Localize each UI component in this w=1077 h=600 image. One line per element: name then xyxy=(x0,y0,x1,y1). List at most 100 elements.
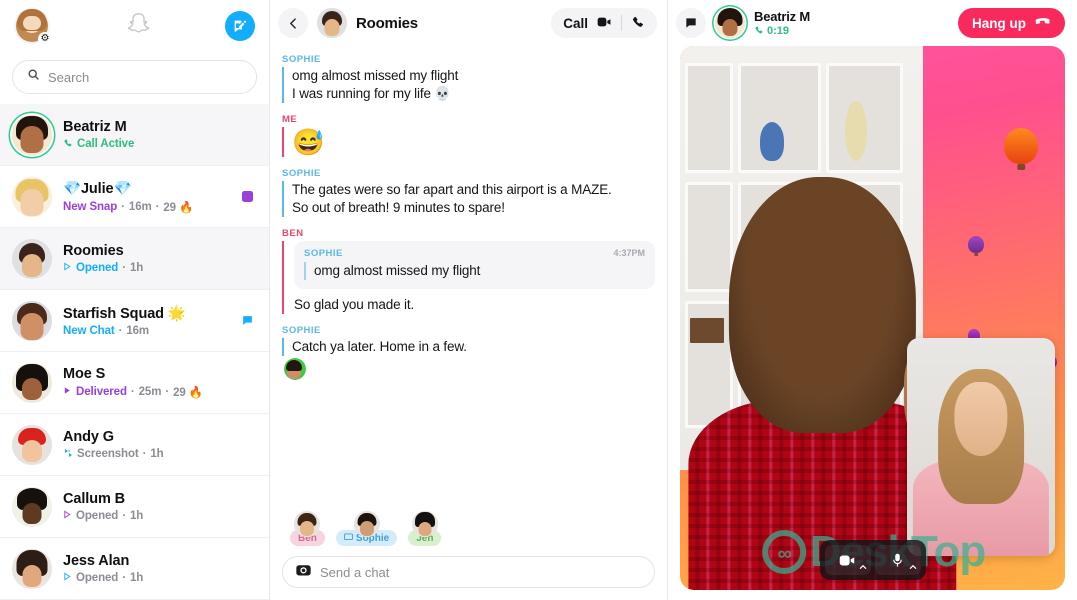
chat-row-moe-s[interactable]: Moe S Delivered · 25m · 29 🔥 xyxy=(0,352,269,414)
chat-status-label: Opened xyxy=(76,572,119,584)
participant-sophie[interactable]: Sophie xyxy=(335,511,398,546)
message-bubble[interactable]: 😅 xyxy=(282,127,655,157)
avatar-head xyxy=(22,377,42,400)
camera-toggle-button[interactable] xyxy=(824,545,871,575)
message-line: So glad you made it. xyxy=(294,297,415,312)
chat-badge xyxy=(239,314,255,327)
chat-status: Opened · 1h xyxy=(63,262,228,274)
snap-square-icon xyxy=(241,191,253,202)
chat-status-label: Opened xyxy=(76,510,119,522)
message-sender: SOPHIE xyxy=(282,168,321,179)
search-input[interactable] xyxy=(48,69,242,85)
phone-down-icon xyxy=(1034,13,1051,33)
avatar xyxy=(12,362,52,403)
message-bubble[interactable]: Catch ya later. Home in a few. xyxy=(282,338,655,356)
video-stage[interactable]: ∞ DeskTop xyxy=(680,46,1065,590)
avatar xyxy=(12,238,52,279)
sidebar-top-bar: ⚙ xyxy=(0,0,269,52)
profile-avatar[interactable]: ⚙ xyxy=(14,8,52,46)
chat-row-starfish-squad[interactable]: Starfish Squad 🌟 New Chat · 16m xyxy=(0,290,269,352)
chat-status: Opened · 1h xyxy=(63,572,228,584)
message-bubble[interactable]: omg almost missed my flight I was runnin… xyxy=(282,67,655,103)
back-button[interactable] xyxy=(278,8,308,38)
chat-row-roomies[interactable]: Roomies Opened · 1h xyxy=(0,228,269,290)
chat-row-julie[interactable]: 💎Julie💎 New Snap · 16m · 29 🔥 xyxy=(0,166,269,228)
hang-up-button[interactable]: Hang up xyxy=(958,8,1065,38)
chat-row-text: Starfish Squad 🌟 New Chat · 16m xyxy=(63,305,228,337)
chat-status-label: New Chat xyxy=(63,324,115,337)
participant-jen[interactable]: Jen xyxy=(408,511,442,546)
phone-icon xyxy=(754,25,764,38)
message-line: omg almost missed my flight xyxy=(292,68,459,83)
send-chat-input[interactable] xyxy=(320,564,641,580)
quoted-header: SOPHIE 4:37PM xyxy=(304,248,645,259)
caller-name: Beatriz M xyxy=(754,8,810,24)
message-line: Catch ya later. Home in a few. xyxy=(292,339,467,354)
self-face xyxy=(954,381,1008,456)
chat-time: 25m xyxy=(138,386,162,398)
chat-pane: Roomies Call SOPHIE omg almost missed my… xyxy=(270,0,668,600)
chat-time: 16m xyxy=(126,324,150,337)
call-label: Call xyxy=(563,15,588,31)
chat-status: New Chat · 16m xyxy=(63,324,150,337)
chat-status: Call Active xyxy=(63,138,228,151)
call-pane: Beatriz M 0:19 Hang up ∞ xyxy=(668,0,1077,600)
conversation-avatar[interactable] xyxy=(317,8,347,38)
participant-hair xyxy=(729,176,916,433)
message-line: The gates were so far apart and this air… xyxy=(292,182,612,197)
camera-icon[interactable] xyxy=(296,563,311,582)
chat-status: Screenshot · 1h xyxy=(63,448,228,461)
screen-share-icon xyxy=(344,533,353,544)
chat-bubble-icon xyxy=(686,18,696,28)
call-button[interactable]: Call xyxy=(551,8,657,38)
phone-icon xyxy=(63,138,73,151)
caller-avatar[interactable] xyxy=(715,8,745,38)
opened-arrow-icon xyxy=(63,262,72,274)
chat-status: Opened · 1h xyxy=(63,510,228,522)
composer-box[interactable] xyxy=(282,556,655,588)
chat-header: Roomies Call xyxy=(270,0,667,46)
screenshot-icon xyxy=(63,448,73,461)
search-icon xyxy=(27,68,40,86)
avatar-head xyxy=(20,125,44,153)
search-container xyxy=(0,52,269,104)
chat-name: Jess Alan xyxy=(63,553,130,569)
avatar xyxy=(12,548,52,589)
chat-name: Beatriz M xyxy=(63,118,127,135)
remote-participant-video xyxy=(688,176,957,590)
decor-egg xyxy=(844,101,867,161)
new-chat-button[interactable] xyxy=(225,11,255,41)
message-line: I was running for my life 💀 xyxy=(292,86,452,101)
phone-icon[interactable] xyxy=(631,15,645,32)
call-header: Beatriz M 0:19 Hang up xyxy=(668,0,1077,46)
chat-streak: 29 🔥 xyxy=(173,387,203,399)
opened-arrow-icon xyxy=(63,572,72,584)
message-bubble[interactable]: The gates were so far apart and this air… xyxy=(282,181,655,217)
chat-status: Delivered · 25m · 29 🔥 xyxy=(63,385,228,399)
messages-toggle-button[interactable] xyxy=(676,8,706,38)
microphone-icon xyxy=(893,553,902,566)
avatar-head xyxy=(22,253,42,277)
gear-icon[interactable]: ⚙ xyxy=(38,32,52,46)
mic-toggle-button[interactable] xyxy=(874,545,921,575)
chat-name: 💎Julie💎 xyxy=(63,180,132,197)
delivered-arrow-icon xyxy=(63,386,72,398)
self-view-video[interactable] xyxy=(907,338,1055,556)
chat-row-beatriz-m[interactable]: Beatriz M Call Active xyxy=(0,104,269,166)
chat-name: Starfish Squad 🌟 xyxy=(63,305,186,322)
button-divider xyxy=(621,15,622,31)
decor-bowl xyxy=(760,122,785,161)
avatar xyxy=(353,511,380,537)
chat-row-callum-b[interactable]: Callum B Opened · 1h xyxy=(0,476,269,538)
chat-status-label: Screenshot xyxy=(77,448,139,460)
message-sender: BEN xyxy=(282,228,304,239)
bitmoji-sticker[interactable] xyxy=(284,358,306,380)
message-bubble[interactable]: SOPHIE 4:37PM omg almost missed my fligh… xyxy=(282,241,655,314)
chat-row-andy-g[interactable]: Andy G Screenshot · 1h xyxy=(0,414,269,476)
search-box[interactable] xyxy=(12,60,257,94)
quoted-message[interactable]: SOPHIE 4:37PM omg almost missed my fligh… xyxy=(294,241,655,289)
chat-name: Callum B xyxy=(63,491,126,507)
participant-ben[interactable]: Ben xyxy=(290,511,325,546)
chat-row-jess-alan[interactable]: Jess Alan Opened · 1h xyxy=(0,538,269,600)
video-camera-icon[interactable] xyxy=(597,16,612,31)
